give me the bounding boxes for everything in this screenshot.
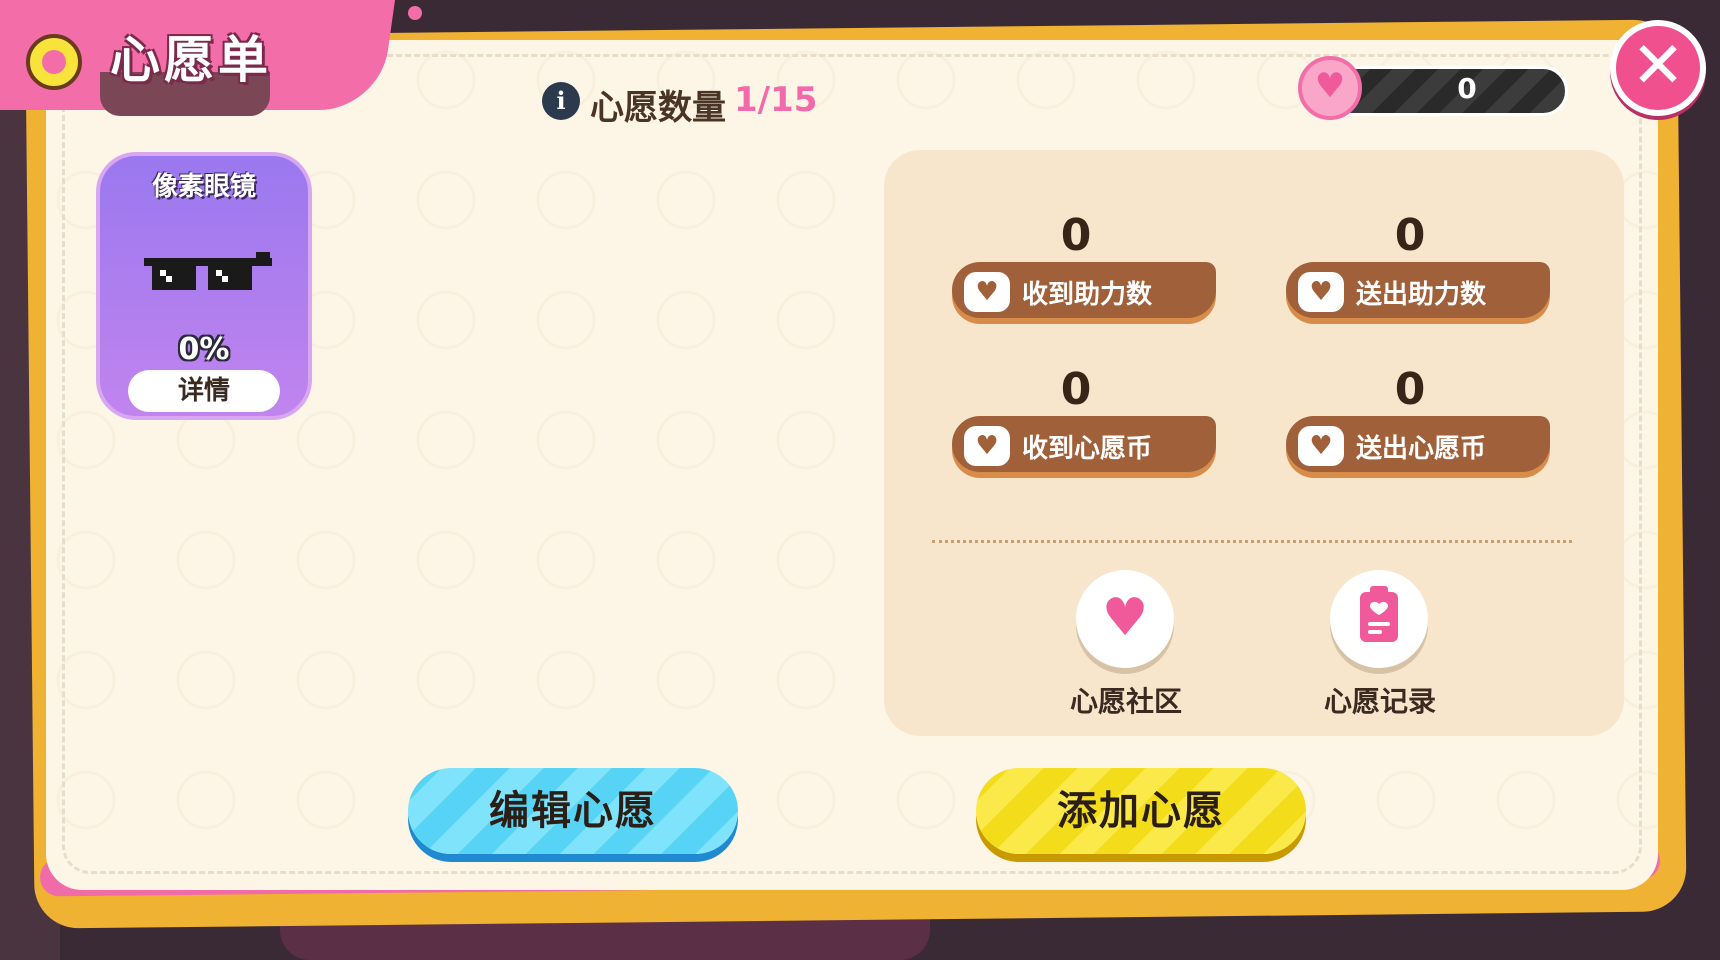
clipboard-icon [1360,586,1398,642]
close-button[interactable]: ✕ [1610,20,1706,116]
decor-dot [408,6,422,20]
sent-help-pill: ♥ 送出助力数 [1286,254,1550,324]
sent-help-icon: ♥ [1298,272,1344,312]
wishlist-badge-icon [26,34,82,90]
wish-item-name: 像素眼镜 [151,172,256,202]
received-help-pill: ♥ 收到助力数 [952,254,1216,324]
close-icon: ✕ [1631,29,1685,103]
wish-community-button[interactable]: ♥ [1076,570,1174,668]
received-coins-pill: ♥ 收到心愿币 [952,408,1216,478]
divider [932,540,1572,543]
wish-community-label: 心愿社区 [1069,685,1182,718]
pixel-glasses-icon [144,252,272,290]
info-icon[interactable]: i [542,82,580,120]
heart-pin-icon: ♥ [1101,588,1149,648]
wish-count-value: 1/15 [734,80,818,120]
wish-item-progress: 0% [178,332,230,367]
wish-count-label: 心愿数量 [590,88,726,128]
gift-heart-icon: ♥ [1298,426,1344,466]
wish-item-card[interactable]: 像素眼镜 0% 详情 [96,152,312,420]
wish-coin-icon [1298,56,1362,120]
page-title: 心愿单 [110,31,272,89]
wish-records-button[interactable] [1330,570,1428,668]
sent-coins-pill: ♥ 送出心愿币 [1286,408,1550,478]
edit-wish-button[interactable]: 编辑心愿 [408,768,738,854]
add-wish-button[interactable]: 添加心愿 [976,768,1306,854]
received-help-icon: ♥ [964,272,1010,312]
wish-item-detail-button[interactable]: 详情 [128,370,280,412]
sent-coins-label: 送出心愿币 [1356,434,1487,464]
received-coins-label: 收到心愿币 [1022,434,1153,464]
sent-help-label: 送出助力数 [1356,280,1487,310]
heart-icon: ♥ [964,426,1010,466]
received-help-label: 收到助力数 [1022,280,1153,310]
wish-records-label: 心愿记录 [1323,685,1436,718]
